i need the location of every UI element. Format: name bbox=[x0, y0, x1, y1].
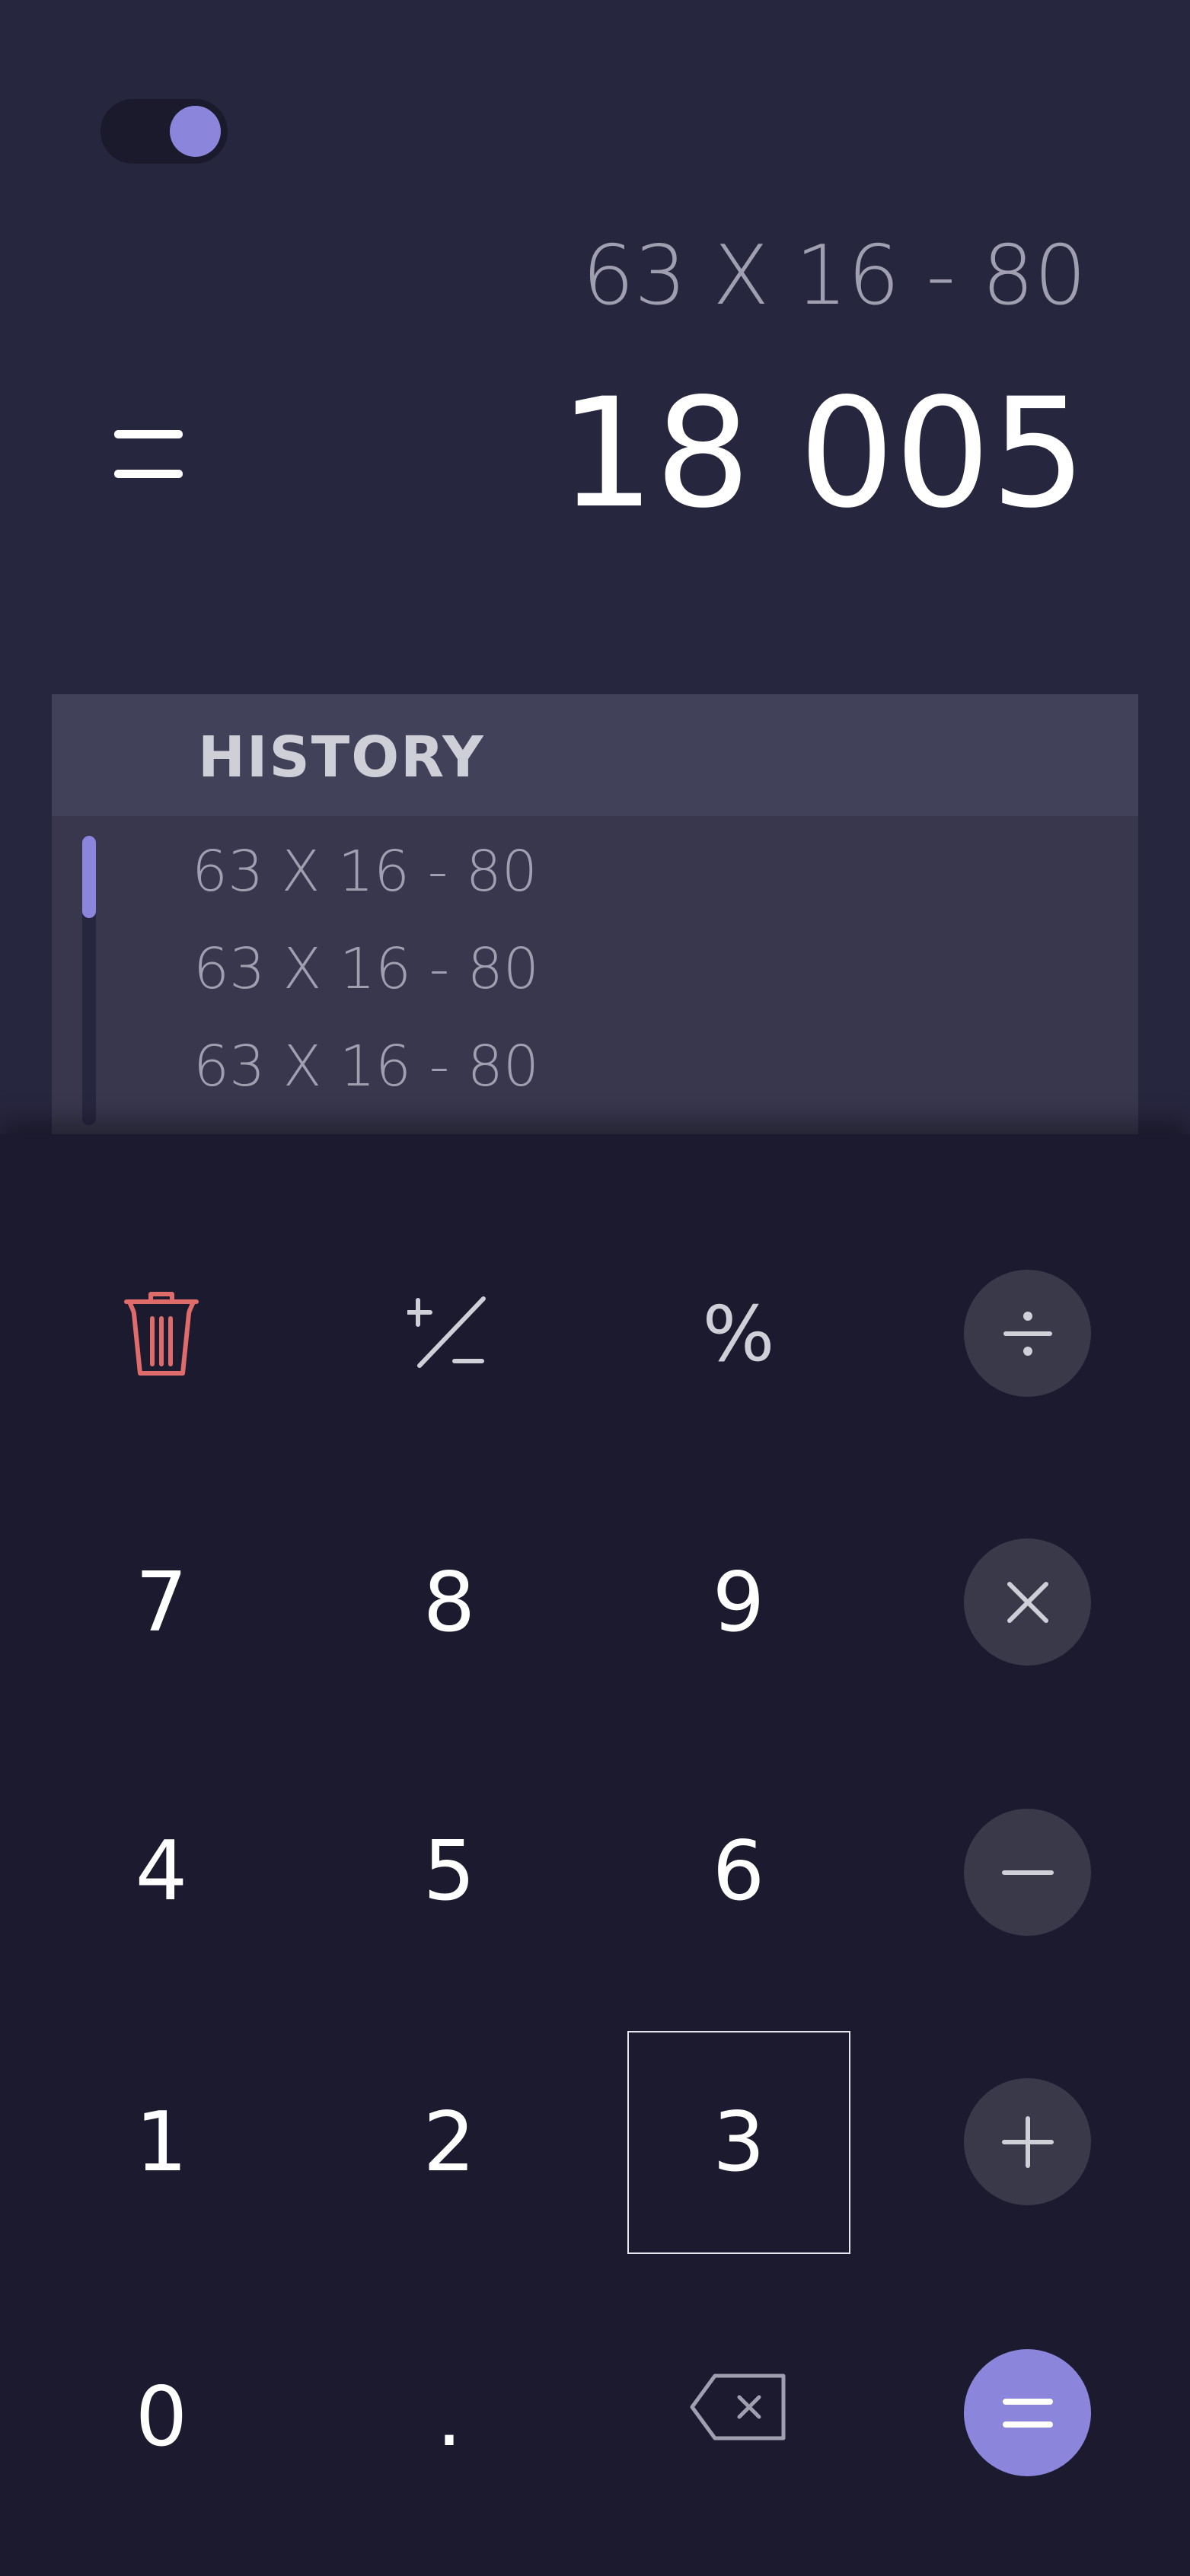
clear-button[interactable] bbox=[47, 1219, 276, 1448]
plus-minus-button[interactable] bbox=[335, 1219, 563, 1448]
key-7[interactable]: 7 bbox=[47, 1488, 276, 1717]
add-button[interactable] bbox=[964, 2078, 1091, 2205]
history-scroll-thumb[interactable] bbox=[82, 836, 96, 918]
divide-button[interactable] bbox=[964, 1270, 1091, 1397]
percent-button[interactable]: % bbox=[624, 1219, 853, 1448]
key-4[interactable]: 4 bbox=[47, 1757, 276, 1985]
multiply-button[interactable] bbox=[964, 1538, 1091, 1666]
history-item[interactable]: 63 X 16 - 80 bbox=[193, 1034, 539, 1099]
display-panel: 63 X 16 - 80 18 005 HISTORY 63 X 16 - 80… bbox=[0, 0, 1190, 1134]
backspace-button[interactable] bbox=[624, 2293, 853, 2521]
subtract-button[interactable] bbox=[964, 1809, 1091, 1936]
equals-button[interactable] bbox=[964, 2349, 1091, 2476]
history-title: HISTORY bbox=[198, 725, 485, 790]
expression-display: 63 X 16 - 80 bbox=[582, 228, 1086, 324]
minus-icon bbox=[1001, 1870, 1054, 1875]
keypad: % 7 8 9 4 5 6 1 2 3 0 . bbox=[0, 1134, 1190, 2576]
toggle-knob bbox=[170, 106, 221, 157]
plus-minus-icon bbox=[407, 1296, 486, 1368]
plus-icon bbox=[1001, 2115, 1054, 2168]
multiply-icon bbox=[1007, 1581, 1048, 1623]
theme-toggle[interactable] bbox=[100, 99, 228, 164]
equals-icon bbox=[1002, 2398, 1053, 2428]
key-5[interactable]: 5 bbox=[335, 1757, 563, 1985]
history-item[interactable]: 63 X 16 - 80 bbox=[193, 936, 539, 1002]
key-0[interactable]: 0 bbox=[47, 2303, 276, 2531]
divide-icon bbox=[1003, 1311, 1052, 1356]
equals-icon bbox=[114, 430, 183, 485]
backspace-icon bbox=[690, 2374, 786, 2441]
key-8[interactable]: 8 bbox=[335, 1488, 563, 1717]
history-panel: HISTORY 63 X 16 - 80 63 X 16 - 80 63 X 1… bbox=[52, 694, 1138, 1134]
key-6[interactable]: 6 bbox=[624, 1757, 853, 1985]
history-item[interactable]: 63 X 16 - 80 bbox=[192, 839, 538, 904]
trash-icon bbox=[124, 1292, 199, 1376]
result-display: 18 005 bbox=[559, 365, 1086, 541]
key-2[interactable]: 2 bbox=[335, 2028, 563, 2256]
decimal-point-button[interactable]: . bbox=[335, 2303, 563, 2531]
history-scrollbar[interactable] bbox=[82, 836, 96, 1125]
history-header: HISTORY bbox=[52, 694, 1138, 816]
key-1[interactable]: 1 bbox=[47, 2028, 276, 2256]
key-3[interactable]: 3 bbox=[627, 2031, 850, 2254]
key-9[interactable]: 9 bbox=[624, 1488, 853, 1717]
